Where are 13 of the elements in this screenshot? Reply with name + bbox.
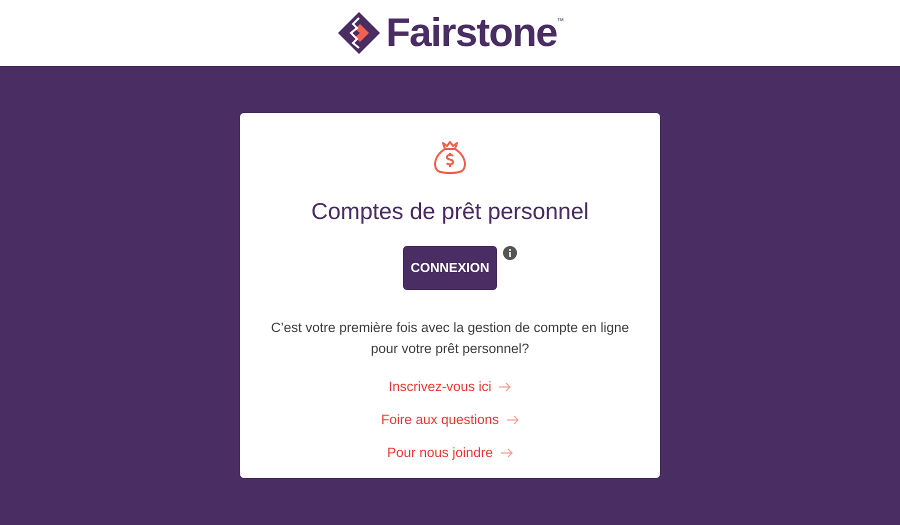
arrow-right-icon xyxy=(506,414,519,425)
question-text: C’est votre première fois avec la gestion de compte en ligne pour votre prêt personnel? xyxy=(270,318,630,358)
card-title: Comptes de prêt personnel xyxy=(311,197,589,226)
money-bag-icon xyxy=(431,139,469,175)
link[interactable]: Foire aux questions xyxy=(381,410,499,430)
info-icon[interactable] xyxy=(503,246,517,260)
arrow-right-icon xyxy=(499,382,512,392)
link[interactable]: Inscrivez-vous ici xyxy=(388,376,492,397)
login-button[interactable]: CONNEXION xyxy=(403,246,497,290)
logo-wordmark: Fairstone xyxy=(386,13,558,53)
diamond-logo-icon xyxy=(336,10,382,56)
arrow-right-icon xyxy=(500,448,513,458)
link[interactable]: Pour nous joindre xyxy=(387,442,493,463)
